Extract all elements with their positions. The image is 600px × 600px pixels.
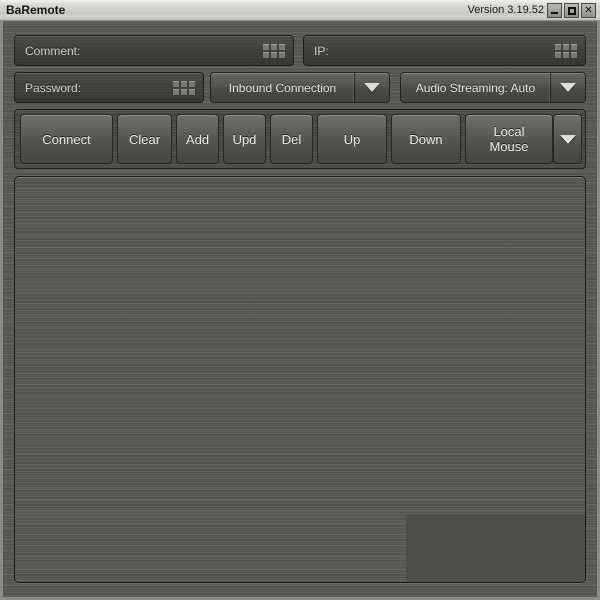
connection-type-value: Inbound Connection <box>211 73 355 102</box>
maximize-button[interactable] <box>564 3 579 18</box>
window-title: BaRemote <box>6 3 65 17</box>
toolbar: Connect Clear Add Upd Del Up Down Local … <box>14 109 586 169</box>
minimize-button[interactable] <box>547 3 562 18</box>
local-mouse-button[interactable]: Local Mouse <box>465 114 553 164</box>
connection-type-dropdown[interactable]: Inbound Connection <box>210 72 390 103</box>
down-button[interactable]: Down <box>391 114 461 164</box>
ip-label: IP: <box>314 44 329 58</box>
comment-label: Comment: <box>25 44 80 58</box>
comment-field[interactable]: Comment: <box>14 35 294 66</box>
clear-button[interactable]: Clear <box>117 114 172 164</box>
minimize-icon <box>551 12 558 14</box>
grid-dots-icon[interactable] <box>263 44 285 58</box>
chevron-down-icon <box>560 135 576 144</box>
app-window: BaRemote Version 3.19.52 ✕ Comment: IP: <box>0 0 600 600</box>
version-label: Version 3.19.52 <box>468 4 544 16</box>
audio-streaming-dropdown[interactable]: Audio Streaming: Auto <box>400 72 586 103</box>
chevron-down-icon[interactable] <box>551 73 585 102</box>
upd-button[interactable]: Upd <box>223 114 266 164</box>
title-bar[interactable]: BaRemote Version 3.19.52 ✕ <box>0 0 600 21</box>
local-mouse-dropdown-button[interactable] <box>553 114 582 164</box>
connect-button[interactable]: Connect <box>20 114 113 164</box>
password-label: Password: <box>25 81 81 95</box>
connection-list-panel[interactable] <box>14 176 586 583</box>
list-overlay-region <box>406 514 586 583</box>
close-icon: ✕ <box>584 6 592 16</box>
client-area: Comment: IP: Password: Inbound Connec <box>0 21 600 600</box>
close-button[interactable]: ✕ <box>581 3 596 18</box>
ip-field[interactable]: IP: <box>303 35 586 66</box>
up-button[interactable]: Up <box>317 114 387 164</box>
grid-dots-icon[interactable] <box>173 81 195 95</box>
chevron-down-icon[interactable] <box>355 73 389 102</box>
client-inner: Comment: IP: Password: Inbound Connec <box>3 21 597 597</box>
del-button[interactable]: Del <box>270 114 313 164</box>
audio-streaming-value: Audio Streaming: Auto <box>401 73 551 102</box>
add-button[interactable]: Add <box>176 114 219 164</box>
grid-dots-icon[interactable] <box>555 44 577 58</box>
maximize-icon <box>568 7 576 15</box>
password-field[interactable]: Password: <box>14 72 204 103</box>
